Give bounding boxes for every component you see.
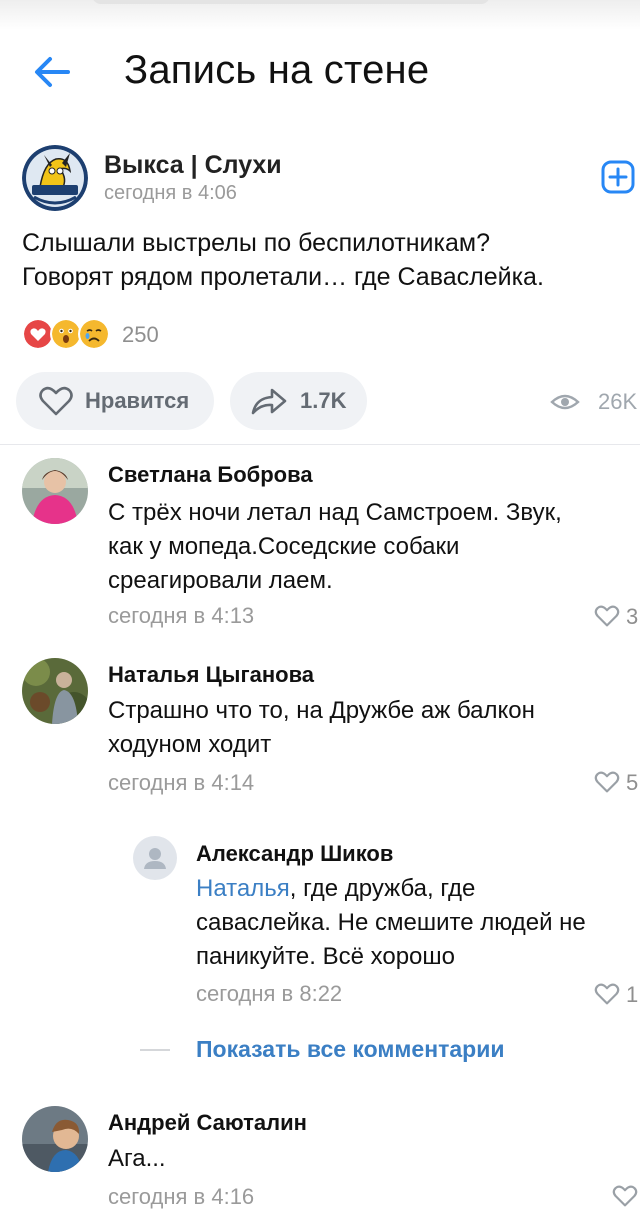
share-button[interactable]: 1.7K (230, 372, 367, 430)
comment-time: сегодня в 4:13 (108, 603, 255, 628)
show-all-comments: Показать все комментарии (140, 1034, 640, 1068)
heart-outline-icon (594, 983, 620, 1005)
sad-reaction-icon (78, 318, 110, 350)
group-name[interactable]: Выкса | Слухи (104, 151, 282, 180)
avatar[interactable] (133, 836, 177, 880)
eye-icon (550, 394, 580, 410)
comment-text-line: Ага... (108, 1145, 166, 1172)
arrow-left-icon (35, 57, 70, 87)
divider (140, 1049, 170, 1051)
comment-text-line: саваслейка. Не смешите людей не (196, 909, 586, 936)
post-time: сегодня в 4:06 (104, 182, 237, 204)
comment: Наталья Цыганова Страшно что то, на Друж… (0, 658, 640, 808)
comment-time: сегодня в 8:22 (196, 981, 343, 1006)
reply-comment: Александр Шиков Наталья, где дружба, где… (0, 836, 640, 1016)
comment-like-count: 3 (626, 604, 639, 629)
mention-link[interactable]: Наталья (196, 875, 290, 902)
heart-outline-icon (612, 1185, 638, 1207)
like-label: Нравится (85, 388, 190, 413)
comment-text-line: ходуном ходит (108, 731, 272, 758)
show-all-comments-link[interactable]: Показать все комментарии (196, 1036, 504, 1063)
top-bar: Запись на стене (0, 30, 640, 118)
comment-author[interactable]: Наталья Цыганова (108, 662, 314, 688)
heart-outline-icon (39, 386, 73, 416)
comment-like-button[interactable]: 1 (594, 980, 640, 1010)
comment-like-count: 1 (626, 982, 639, 1007)
avatar-photo (22, 458, 88, 524)
share-count: 1.7K (300, 388, 347, 413)
post-header: Выкса | Слухи сегодня в 4:06 (22, 145, 640, 215)
comment-text-line: как у мопеда.Соседские собаки (108, 533, 460, 560)
divider (0, 444, 640, 445)
page-title: Запись на стене (124, 48, 430, 92)
avatar[interactable] (22, 658, 88, 724)
comment-text-line: среагировали лаем. (108, 567, 333, 594)
reaction-count: 250 (122, 322, 159, 347)
comment-text-fragment: , где дружба, где (289, 875, 476, 902)
comment-like-button[interactable]: 3 (594, 602, 640, 632)
post-text: Слышали выстрелы по беспилотникам? Говор… (22, 226, 622, 294)
post-actions: Нравится 1.7K 26K (0, 372, 640, 432)
avatar-photo (22, 658, 88, 724)
comment-text-line: паникуйте. Всё хорошо (196, 943, 455, 970)
comment: Андрей Саюталин Ага... сегодня в 4:16 (0, 1106, 640, 1223)
back-button[interactable] (30, 52, 74, 92)
comment-text-line: Наталья, где дружба, где (196, 872, 586, 906)
comment-like-button[interactable] (612, 1182, 640, 1212)
comment: Светлана Боброва С трёх ночи летал над С… (0, 458, 640, 638)
heart-outline-icon (594, 771, 620, 793)
comment-author[interactable]: Андрей Саюталин (108, 1110, 307, 1136)
reactions-summary[interactable]: 250 (22, 316, 222, 352)
search-bar-fragment (92, 0, 490, 4)
comment-text: Наталья, где дружба, где саваслейка. Не … (196, 872, 586, 974)
comment-text: Страшно что то, на Дружбе аж балкон ходу… (108, 694, 535, 762)
like-button[interactable]: Нравится (16, 372, 214, 430)
post-text-line: Говорят рядом пролетали… где Саваслейка. (22, 263, 544, 291)
comment-text: С трёх ночи летал над Самстроем. Звук, к… (108, 496, 562, 598)
avatar[interactable] (22, 458, 88, 524)
plus-square-icon (601, 160, 635, 194)
share-arrow-icon (251, 388, 287, 415)
comment-time: сегодня в 4:16 (108, 1184, 255, 1209)
person-icon (144, 848, 166, 869)
comment-like-button[interactable]: 5 (594, 768, 640, 798)
comment-text-line: Страшно что то, на Дружбе аж балкон (108, 697, 535, 724)
post-text-line: Слышали выстрелы по беспилотникам? (22, 229, 491, 257)
subscribe-button[interactable] (600, 159, 636, 195)
heart-outline-icon (594, 605, 620, 627)
group-logo-icon (22, 145, 88, 211)
group-avatar[interactable] (22, 145, 88, 211)
comment-text-line: С трёх ночи летал над Самстроем. Звук, (108, 499, 562, 526)
avatar[interactable] (22, 1106, 88, 1172)
status-strip (0, 0, 640, 30)
views-count: 26K (598, 389, 638, 414)
comment-author[interactable]: Александр Шиков (196, 841, 393, 867)
comment-text: Ага... (108, 1142, 166, 1176)
avatar-photo (22, 1106, 88, 1172)
comment-like-count: 5 (626, 770, 639, 795)
comment-time: сегодня в 4:14 (108, 770, 255, 795)
comment-author[interactable]: Светлана Боброва (108, 462, 313, 488)
